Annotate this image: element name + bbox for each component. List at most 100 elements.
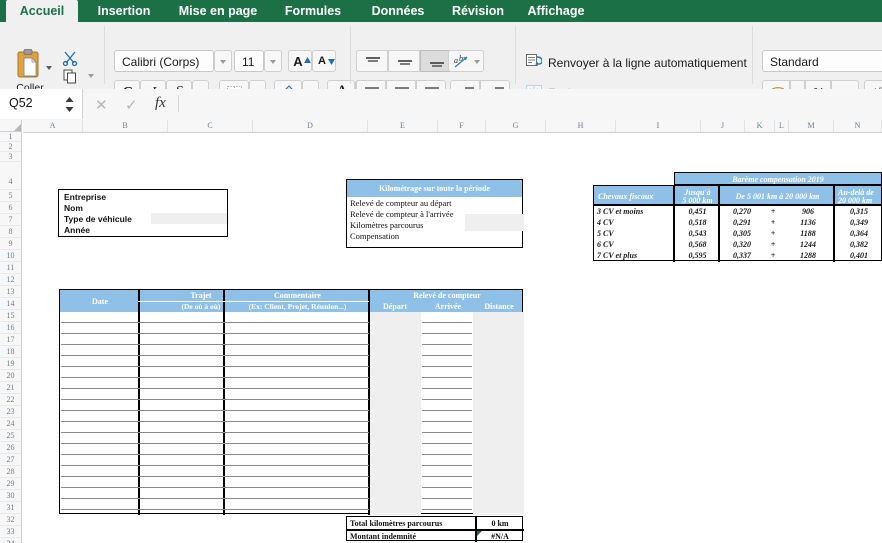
row-header-6[interactable]: 6 xyxy=(0,202,21,214)
column-header-f[interactable]: F xyxy=(438,120,486,132)
bareme-cell-rate: 0,270 xyxy=(733,207,751,216)
row-header-26[interactable]: 26 xyxy=(0,442,21,454)
column-header-l[interactable]: L xyxy=(775,120,789,132)
grow-font-button[interactable]: A xyxy=(288,50,312,72)
font-size-dropdown[interactable] xyxy=(264,50,282,72)
font-size-select[interactable]: 11 xyxy=(234,50,264,72)
row-header-18[interactable]: 18 xyxy=(0,346,21,358)
row-header-9[interactable]: 9 xyxy=(0,238,21,250)
tab-donnees[interactable]: Données xyxy=(358,0,438,22)
row-header-12[interactable]: 12 xyxy=(0,274,21,286)
row-header-1[interactable]: 1 xyxy=(0,132,21,142)
align-middle-button[interactable] xyxy=(388,50,420,72)
column-header-n[interactable]: N xyxy=(834,120,882,132)
log-column-depart-locked[interactable] xyxy=(370,312,421,515)
row-header-30[interactable]: 30 xyxy=(0,490,21,502)
copy-chevron-down-icon[interactable] xyxy=(88,74,94,78)
log-arrivee-row-line xyxy=(422,509,472,510)
tab-accueil[interactable]: Accueil xyxy=(6,0,78,22)
tab-revision[interactable]: Révision xyxy=(442,0,514,22)
row-header-27[interactable]: 27 xyxy=(0,454,21,466)
log-divider-date-trajet xyxy=(138,312,140,515)
row-header-3[interactable]: 3 xyxy=(0,152,21,162)
column-header-m[interactable]: M xyxy=(789,120,834,132)
row-header-7[interactable]: 7 xyxy=(0,214,21,226)
column-header-c[interactable]: C xyxy=(168,120,253,132)
column-header-i[interactable]: I xyxy=(616,120,701,132)
column-header-k[interactable]: K xyxy=(745,120,775,132)
row-header-17[interactable]: 17 xyxy=(0,334,21,346)
column-header-d[interactable]: D xyxy=(253,120,368,132)
mileage-label-compensation: Compensation xyxy=(350,231,400,241)
row-header-29[interactable]: 29 xyxy=(0,478,21,490)
row-header-10[interactable]: 10 xyxy=(0,250,21,262)
row-header-25[interactable]: 25 xyxy=(0,430,21,442)
column-header-a[interactable]: A xyxy=(23,120,83,132)
log-row-line xyxy=(61,410,369,411)
info-box[interactable]: Entreprise Nom Type de véhicule Année xyxy=(58,189,228,237)
font-family-select[interactable]: Calibri (Corps) xyxy=(114,50,214,72)
row-header-33[interactable]: 33 xyxy=(0,526,21,538)
name-box[interactable]: Q52 xyxy=(0,89,83,119)
log-arrivee-row-line xyxy=(422,443,472,444)
log-table[interactable]: Date Trajet (De où à où) Commentaire (Ex… xyxy=(59,289,524,515)
number-format-select[interactable]: Standard xyxy=(762,50,882,72)
totals-block[interactable]: Total kilomètres parcourus 0 km Montant … xyxy=(346,516,524,542)
log-column-distance-locked[interactable] xyxy=(473,312,524,515)
name-box-spinner[interactable] xyxy=(65,97,74,112)
insert-function-icon[interactable]: fx xyxy=(155,95,166,112)
column-header-j[interactable]: J xyxy=(701,120,745,132)
log-row-line xyxy=(61,388,369,389)
row-header-8[interactable]: 8 xyxy=(0,226,21,238)
row-header-31[interactable]: 31 xyxy=(0,502,21,514)
row-header-4[interactable]: 4 xyxy=(0,162,21,190)
bareme-cell-rate: 0,291 xyxy=(733,218,751,227)
caret-up-icon xyxy=(304,57,311,63)
tab-mise-en-page[interactable]: Mise en page xyxy=(168,0,268,22)
row-header-22[interactable]: 22 xyxy=(0,394,21,406)
bareme-cell-rate: 0,320 xyxy=(733,240,751,249)
row-header-16[interactable]: 16 xyxy=(0,322,21,334)
row-header-15[interactable]: 15 xyxy=(0,310,21,322)
select-all-button[interactable] xyxy=(0,120,22,132)
column-header-g[interactable]: G xyxy=(486,120,546,132)
row-header-11[interactable]: 11 xyxy=(0,262,21,274)
row-header-23[interactable]: 23 xyxy=(0,406,21,418)
row-header-5[interactable]: 5 xyxy=(0,190,21,202)
mileage-box[interactable]: Kilométrage sur toute la période Relevé … xyxy=(346,179,524,248)
column-header-b[interactable]: B xyxy=(83,120,168,132)
bareme-cell-rate: 0,305 xyxy=(733,229,751,238)
log-row-line xyxy=(61,454,369,455)
bareme-cell-plus: + xyxy=(770,240,776,249)
cancel-icon[interactable]: ✕ xyxy=(95,96,108,114)
shrink-font-button[interactable]: A xyxy=(312,50,336,72)
row-header-32[interactable]: 32 xyxy=(0,514,21,526)
column-header-h[interactable]: H xyxy=(546,120,616,132)
column-header-e[interactable]: E xyxy=(368,120,438,132)
info-value-vehicle-type[interactable] xyxy=(151,213,227,224)
font-family-dropdown[interactable] xyxy=(214,50,232,72)
paste-chevron-down-icon[interactable] xyxy=(46,66,52,70)
mileage-value-kilometres[interactable] xyxy=(465,214,524,231)
bareme-table: Barème compensation 2019 Chevaux fiscaux… xyxy=(593,172,882,262)
row-header-19[interactable]: 19 xyxy=(0,358,21,370)
row-header-34[interactable]: 34 xyxy=(0,538,21,543)
tab-affichage[interactable]: Affichage xyxy=(518,0,594,22)
row-header-24[interactable]: 24 xyxy=(0,418,21,430)
formula-input[interactable] xyxy=(185,89,882,119)
row-header-21[interactable]: 21 xyxy=(0,382,21,394)
row-header-20[interactable]: 20 xyxy=(0,370,21,382)
confirm-icon[interactable]: ✓ xyxy=(125,96,138,114)
row-header-2[interactable]: 2 xyxy=(0,142,21,152)
copy-icon[interactable] xyxy=(63,69,78,84)
align-top-button[interactable] xyxy=(356,50,388,72)
tab-formules[interactable]: Formules xyxy=(272,0,354,22)
info-label-annee: Année xyxy=(64,225,90,235)
tab-insertion[interactable]: Insertion xyxy=(84,0,164,22)
scissors-icon[interactable] xyxy=(62,50,78,66)
bareme-col-header-chevaux: Chevaux fiscaux xyxy=(593,185,674,205)
row-header-14[interactable]: 14 xyxy=(0,298,21,310)
row-header-13[interactable]: 13 xyxy=(0,286,21,298)
row-header-28[interactable]: 28 xyxy=(0,466,21,478)
text-orientation-button[interactable]: a b xyxy=(448,50,484,72)
